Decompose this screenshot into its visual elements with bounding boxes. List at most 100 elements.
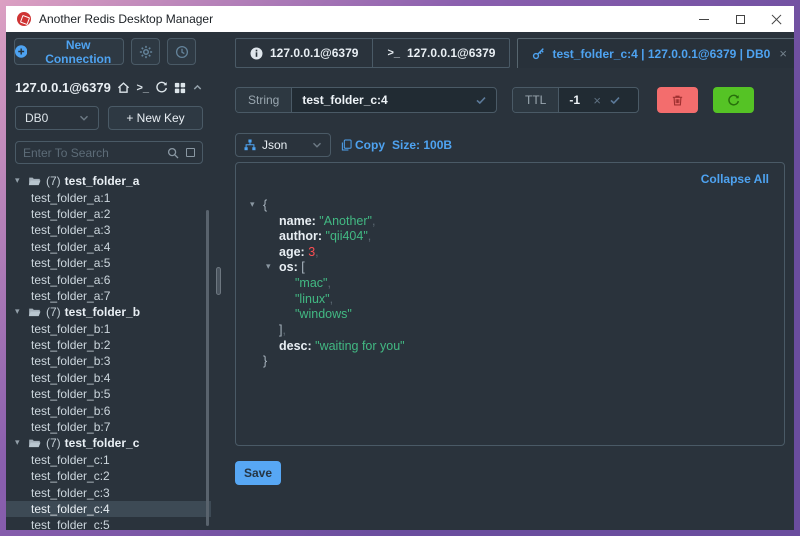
json-collapse-toggle-icon[interactable]: ▾ xyxy=(250,198,263,214)
folder-icon xyxy=(28,437,41,450)
new-connection-label: New Connection xyxy=(33,38,123,66)
folder-key-count: (7) xyxy=(46,436,61,450)
folder-icon xyxy=(28,175,41,188)
tree-folder-item[interactable]: ▾(7)test_folder_b xyxy=(6,304,211,320)
json-token-colon: : xyxy=(318,229,326,243)
trash-icon xyxy=(671,94,684,107)
tree-key-item[interactable]: test_folder_c:5 xyxy=(6,517,211,530)
json-token-comma: , xyxy=(282,323,285,337)
caret-down-icon[interactable]: ▾ xyxy=(15,307,28,317)
key-name-input[interactable] xyxy=(292,88,475,112)
window-frame: Another Redis Desktop Manager New Connec… xyxy=(0,0,800,536)
gear-icon xyxy=(139,45,153,59)
caret-down-icon[interactable]: ▾ xyxy=(15,176,28,186)
clock-icon xyxy=(175,45,189,59)
tree-folder-item[interactable]: ▾(7)test_folder_c xyxy=(6,435,211,451)
json-tree: ▾{name: "Another",author: "qii404",age: … xyxy=(250,198,770,370)
tab-connection-status[interactable]: 127.0.0.1@6379 xyxy=(236,39,372,67)
maximize-button[interactable] xyxy=(722,6,758,32)
key-name-label: test_folder_a:3 xyxy=(31,223,110,237)
tree-key-item[interactable]: test_folder_c:1 xyxy=(6,452,211,468)
tab-key-detail[interactable]: test_folder_c:4 | 127.0.0.1@6379 | DB0 × xyxy=(517,38,794,68)
collapse-all-button[interactable]: Collapse All xyxy=(701,172,769,186)
reload-key-button[interactable] xyxy=(713,87,754,113)
tree-key-item[interactable]: test_folder_a:6 xyxy=(6,271,211,287)
tree-key-item[interactable]: test_folder_b:4 xyxy=(6,370,211,386)
tree-folder-item[interactable]: ▾(7)test_folder_a xyxy=(6,173,211,189)
history-button[interactable] xyxy=(167,38,196,65)
tree-key-item[interactable]: test_folder_a:5 xyxy=(6,255,211,271)
tree-key-item[interactable]: test_folder_c:4 xyxy=(6,501,211,517)
key-name-label: test_folder_b:6 xyxy=(31,404,110,418)
tree-key-item[interactable]: test_folder_a:7 xyxy=(6,288,211,304)
home-button[interactable] xyxy=(117,81,130,94)
tab-cli[interactable]: >_ 127.0.0.1@6379 xyxy=(372,39,509,67)
close-button[interactable] xyxy=(758,6,794,32)
new-connection-button[interactable]: New Connection xyxy=(14,38,124,65)
settings-button[interactable] xyxy=(131,38,160,65)
folder-name: test_folder_b xyxy=(65,305,140,319)
search-input[interactable] xyxy=(23,146,167,160)
maximize-icon xyxy=(736,15,745,24)
key-name-label: test_folder_c:5 xyxy=(31,518,110,530)
delete-key-button[interactable] xyxy=(657,87,698,113)
tree-key-item[interactable]: test_folder_b:6 xyxy=(6,402,211,418)
save-button[interactable]: Save xyxy=(235,461,281,485)
key-name-label: test_folder_b:3 xyxy=(31,354,110,368)
tree-key-item[interactable]: test_folder_c:3 xyxy=(6,484,211,500)
window-title: Another Redis Desktop Manager xyxy=(39,12,213,26)
key-name-label: test_folder_b:7 xyxy=(31,420,110,434)
folder-key-count: (7) xyxy=(46,174,61,188)
key-rename-confirm-button[interactable] xyxy=(475,94,487,106)
tree-key-item[interactable]: test_folder_a:3 xyxy=(6,222,211,238)
copy-value-button[interactable]: Copy xyxy=(341,138,385,152)
tree-key-item[interactable]: test_folder_b:2 xyxy=(6,337,211,353)
json-line: "linux", xyxy=(250,292,770,308)
new-key-button[interactable]: + New Key xyxy=(108,106,203,130)
json-token-string: "waiting for you" xyxy=(315,339,404,353)
copy-icon xyxy=(341,139,352,151)
ttl-input[interactable] xyxy=(559,88,593,112)
tree-key-item[interactable]: test_folder_a:1 xyxy=(6,189,211,205)
format-select-value: Json xyxy=(262,138,287,152)
json-collapse-toggle-icon[interactable]: ▾ xyxy=(266,260,279,276)
tab-strip: 127.0.0.1@6379 >_ 127.0.0.1@6379 test_fo… xyxy=(235,38,785,68)
json-token-string: "Another" xyxy=(319,214,372,228)
tree-key-item[interactable]: test_folder_b:1 xyxy=(6,321,211,337)
grid-view-button[interactable] xyxy=(174,82,186,94)
ttl-confirm-button[interactable] xyxy=(609,94,621,106)
minimize-button[interactable] xyxy=(686,6,722,32)
exact-match-checkbox[interactable] xyxy=(186,148,195,157)
terminal-button[interactable]: >_ xyxy=(136,82,149,94)
json-token-string: "mac" xyxy=(295,276,328,290)
chevron-up-icon xyxy=(192,82,203,93)
value-format-select[interactable]: Json xyxy=(235,133,331,157)
ttl-clear-button[interactable]: × xyxy=(593,94,601,107)
chevron-down-icon xyxy=(79,113,89,123)
json-line: "windows" xyxy=(250,307,770,323)
tree-key-item[interactable]: test_folder_b:3 xyxy=(6,353,211,369)
caret-down-icon[interactable]: ▾ xyxy=(15,438,28,448)
tree-key-item[interactable]: test_folder_c:2 xyxy=(6,468,211,484)
key-name-label: test_folder_a:5 xyxy=(31,256,110,270)
terminal-icon: >_ xyxy=(387,47,400,59)
tab-close-button[interactable]: × xyxy=(779,46,787,61)
json-token-key: os xyxy=(279,261,294,275)
db-select[interactable]: DB0 xyxy=(15,106,99,130)
tree-key-item[interactable]: test_folder_a:4 xyxy=(6,239,211,255)
new-key-label: + New Key xyxy=(126,111,184,125)
collapse-connection-button[interactable] xyxy=(192,82,203,93)
tree-key-item[interactable]: test_folder_b:5 xyxy=(6,386,211,402)
tree-key-item[interactable]: test_folder_a:2 xyxy=(6,206,211,222)
main-panel: 127.0.0.1@6379 >_ 127.0.0.1@6379 test_fo… xyxy=(227,32,794,530)
folder-icon xyxy=(28,306,41,319)
refresh-button[interactable] xyxy=(155,81,168,94)
splitter-drag-handle[interactable] xyxy=(216,267,221,295)
tree-key-item[interactable]: test_folder_b:7 xyxy=(6,419,211,435)
titlebar: Another Redis Desktop Manager xyxy=(6,6,794,32)
sidebar-scrollbar-thumb[interactable] xyxy=(206,210,209,526)
key-type-label: String xyxy=(236,88,292,112)
key-name-label: test_folder_b:1 xyxy=(31,322,110,336)
json-token-punct: { xyxy=(263,198,267,212)
connection-header[interactable]: 127.0.0.1@6379 >_ xyxy=(15,80,203,95)
